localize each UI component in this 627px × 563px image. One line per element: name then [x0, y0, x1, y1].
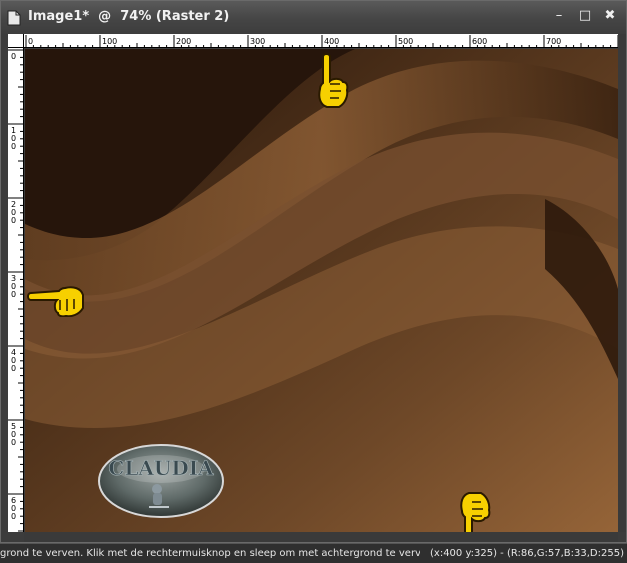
- cursor-coordinates: (x:400 y:325) - (R:86,G:57,B:33,D:255): [430, 548, 624, 559]
- ruler-label: 0: [11, 216, 16, 225]
- image-canvas[interactable]: CLAUDIA: [25, 49, 618, 532]
- document-icon: [7, 10, 21, 26]
- ruler-label: 600: [472, 37, 487, 46]
- ruler-label: 400: [324, 37, 339, 46]
- vertical-scrollbar[interactable]: [618, 34, 626, 532]
- minimize-button[interactable]: –: [550, 7, 568, 25]
- ruler-label: 0: [11, 438, 16, 447]
- vertical-ruler-ticks: 0100200300400500600: [8, 49, 23, 532]
- ruler-corner: [8, 34, 24, 48]
- status-bar: grond te verven. Klik met de rechtermuis…: [0, 543, 627, 563]
- title-bar[interactable]: Image1* @ 74% (Raster 2) – □ ✖: [1, 1, 626, 34]
- pointing-right-hand-icon: [27, 286, 84, 317]
- canvas-artwork: CLAUDIA: [25, 49, 618, 532]
- ruler-label: 0: [11, 52, 16, 61]
- ruler-label: 700: [546, 37, 561, 46]
- horizontal-ruler[interactable]: 0 100 200 300 400 500 600 700: [24, 34, 618, 48]
- ruler-label: 100: [102, 37, 117, 46]
- ruler-label: 0: [11, 142, 16, 151]
- pointing-down-hand-icon: [460, 492, 491, 532]
- logo-text: CLAUDIA: [108, 456, 214, 480]
- image-window: Image1* @ 74% (Raster 2) – □ ✖ 0 100 200 30…: [0, 0, 627, 543]
- ruler-label: 200: [176, 37, 191, 46]
- ruler-label: 500: [398, 37, 413, 46]
- vertical-ruler[interactable]: 0100200300400500600: [8, 48, 24, 532]
- ruler-label: 0: [11, 364, 16, 373]
- ruler-label: 0: [28, 37, 33, 46]
- window-title: Image1* @ 74% (Raster 2): [28, 9, 230, 24]
- ruler-label: 0: [11, 512, 16, 521]
- horizontal-scrollbar[interactable]: [24, 532, 618, 542]
- ruler-label: 0: [11, 290, 16, 299]
- ruler-label: 300: [250, 37, 265, 46]
- pointing-up-hand-icon: [318, 53, 349, 108]
- horizontal-ruler-ticks: 0 100 200 300 400 500 600 700: [25, 35, 618, 47]
- maximize-button[interactable]: □: [576, 7, 594, 25]
- status-hint: grond te verven. Klik met de rechtermuis…: [0, 548, 420, 559]
- close-button[interactable]: ✖: [601, 7, 619, 25]
